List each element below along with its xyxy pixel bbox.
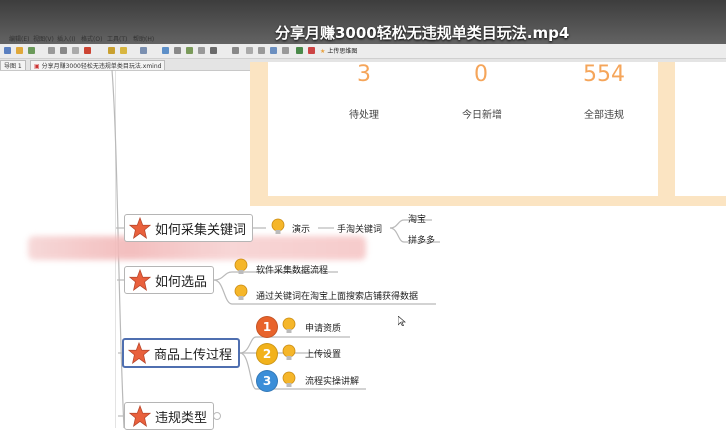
priority-3-icon: 3 bbox=[256, 370, 278, 392]
topic-collect-keywords-label: 如何采集关键词 bbox=[155, 222, 247, 238]
topic-select-products-label: 如何选品 bbox=[155, 274, 208, 290]
priority-1-icon: 1 bbox=[256, 316, 278, 338]
topic-upload-process-label: 商品上传过程 bbox=[154, 347, 233, 363]
subtopic-upload-settings[interactable]: 上传设置 bbox=[305, 347, 341, 360]
subtopic-process-walkthrough[interactable]: 流程实操讲解 bbox=[305, 374, 359, 387]
subtopic-search-shops[interactable]: 通过关键词在淘宝上面搜索店铺获得数据 bbox=[256, 289, 418, 302]
star-icon bbox=[128, 342, 150, 364]
bulb-icon bbox=[282, 317, 296, 333]
connector-lines bbox=[111, 69, 440, 428]
topic-select-products[interactable]: 如何选品 bbox=[124, 266, 215, 294]
topic-violation-types-label: 违规类型 bbox=[155, 410, 208, 426]
bulb-icon bbox=[234, 258, 248, 274]
star-icon bbox=[129, 217, 151, 239]
bulb-icon bbox=[282, 344, 296, 360]
subtopic-pinduoduo[interactable]: 拼多多 bbox=[408, 233, 435, 246]
topic-upload-process[interactable]: 商品上传过程 bbox=[122, 338, 241, 368]
bulb-icon bbox=[271, 218, 285, 234]
subtopic-software-collect[interactable]: 软件采集数据流程 bbox=[256, 263, 328, 276]
topic-violation-types[interactable]: 违规类型 bbox=[124, 402, 215, 430]
subtopic-demo[interactable]: 演示 bbox=[292, 222, 310, 235]
subtopic-apply-qualification[interactable]: 申请资质 bbox=[305, 321, 341, 334]
bulb-icon bbox=[234, 284, 248, 300]
bulb-icon bbox=[282, 371, 296, 387]
priority-2-icon: 2 bbox=[256, 343, 278, 365]
star-icon bbox=[129, 405, 151, 427]
topic-collect-keywords[interactable]: 如何采集关键词 bbox=[124, 214, 254, 242]
expand-toggle[interactable] bbox=[213, 412, 221, 420]
subtopic-taobao-keywords[interactable]: 手淘关键词 bbox=[337, 222, 382, 235]
subtopic-taobao[interactable]: 淘宝 bbox=[408, 212, 426, 225]
star-icon bbox=[129, 269, 151, 291]
mouse-cursor-icon bbox=[398, 316, 406, 326]
